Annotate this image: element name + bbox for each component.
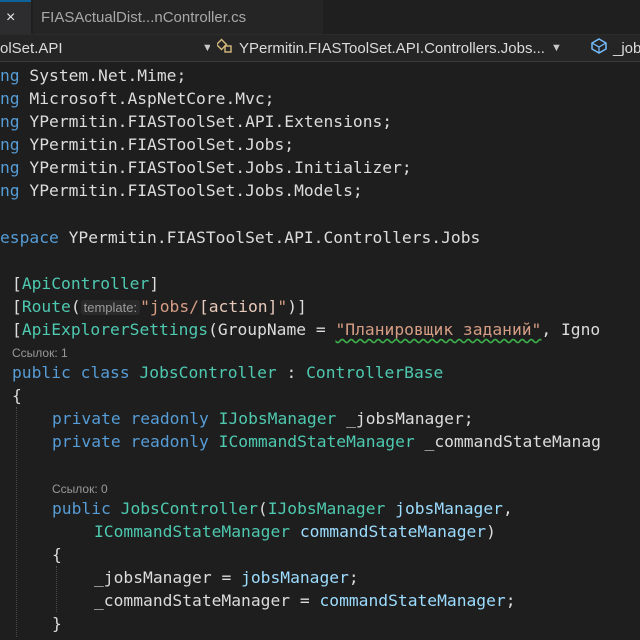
code-line-brace: }	[52, 614, 62, 633]
code-line-using: ng System.Net.Mime;	[0, 66, 187, 85]
indent-guide	[56, 566, 57, 612]
code-line-attribute: [Route(template: "jobs/[action]")]	[12, 297, 307, 316]
codelens-references[interactable]: Ссылок: 0	[52, 482, 108, 496]
project-dropdown[interactable]: olSet.API ▼	[0, 35, 210, 61]
code-line-namespace: espace YPermitin.FIASToolSet.API.Control…	[0, 228, 481, 247]
code-line-field: private readonly ICommandStateManager _c…	[52, 432, 601, 451]
member-dropdown[interactable]: _job	[590, 35, 640, 61]
class-icon	[217, 38, 235, 58]
parameter-hint: template:	[80, 300, 141, 315]
code-line-constructor-param: ICommandStateManager commandStateManager…	[94, 522, 496, 541]
code-line-using: ng YPermitin.FIASToolSet.Jobs.Initialize…	[0, 158, 412, 177]
tab-label: FIASActualDist...nController.cs	[41, 8, 247, 26]
tab-bar: × FIASActualDist...nController.cs	[0, 0, 640, 35]
code-line-assignment: _commandStateManager = commandStateManag…	[94, 591, 516, 610]
code-line-field: private readonly IJobsManager _jobsManag…	[52, 409, 474, 428]
code-line-using: ng YPermitin.FIASToolSet.Jobs.Models;	[0, 181, 363, 200]
code-editor[interactable]: ng System.Net.Mime; ng Microsoft.AspNetC…	[0, 62, 640, 640]
code-line-using: ng YPermitin.FIASToolSet.API.Extensions;	[0, 112, 393, 131]
class-dropdown[interactable]: YPermitin.FIASToolSet.API.Controllers.Jo…	[217, 35, 582, 61]
code-line-using: ng Microsoft.AspNetCore.Mvc;	[0, 89, 275, 108]
tab-active[interactable]: ×	[0, 0, 31, 34]
codelens-references[interactable]: Ссылок: 1	[12, 346, 68, 360]
tab-fias-actual-dist-controller[interactable]: FIASActualDist...nController.cs	[33, 0, 323, 34]
chevron-down-icon: ▼	[550, 42, 562, 54]
chevron-down-icon: ▼	[202, 42, 210, 54]
close-tab-icon[interactable]: ×	[6, 9, 15, 27]
code-line-attribute: [ApiController]	[12, 274, 160, 293]
code-line-attribute: [ApiExplorerSettings(GroupName = "Планир…	[12, 320, 601, 339]
code-line-assignment: _jobsManager = jobsManager;	[94, 568, 359, 587]
member-label: _job	[613, 39, 640, 57]
code-line-class-declaration: public class JobsController : Controller…	[12, 363, 444, 382]
code-line-using: ng YPermitin.FIASToolSet.Jobs;	[0, 135, 295, 154]
class-path-label: YPermitin.FIASToolSet.API.Controllers.Jo…	[239, 39, 545, 57]
code-line-brace: {	[12, 386, 22, 405]
code-line-constructor: public JobsController(IJobsManager jobsM…	[52, 499, 513, 518]
project-label: olSet.API	[0, 39, 63, 57]
code-line-brace: {	[52, 545, 62, 564]
navigation-bar: olSet.API ▼ YPermitin.FIASToolSet.API.Co…	[0, 35, 640, 62]
field-icon	[590, 38, 608, 58]
indent-guide	[16, 407, 17, 637]
